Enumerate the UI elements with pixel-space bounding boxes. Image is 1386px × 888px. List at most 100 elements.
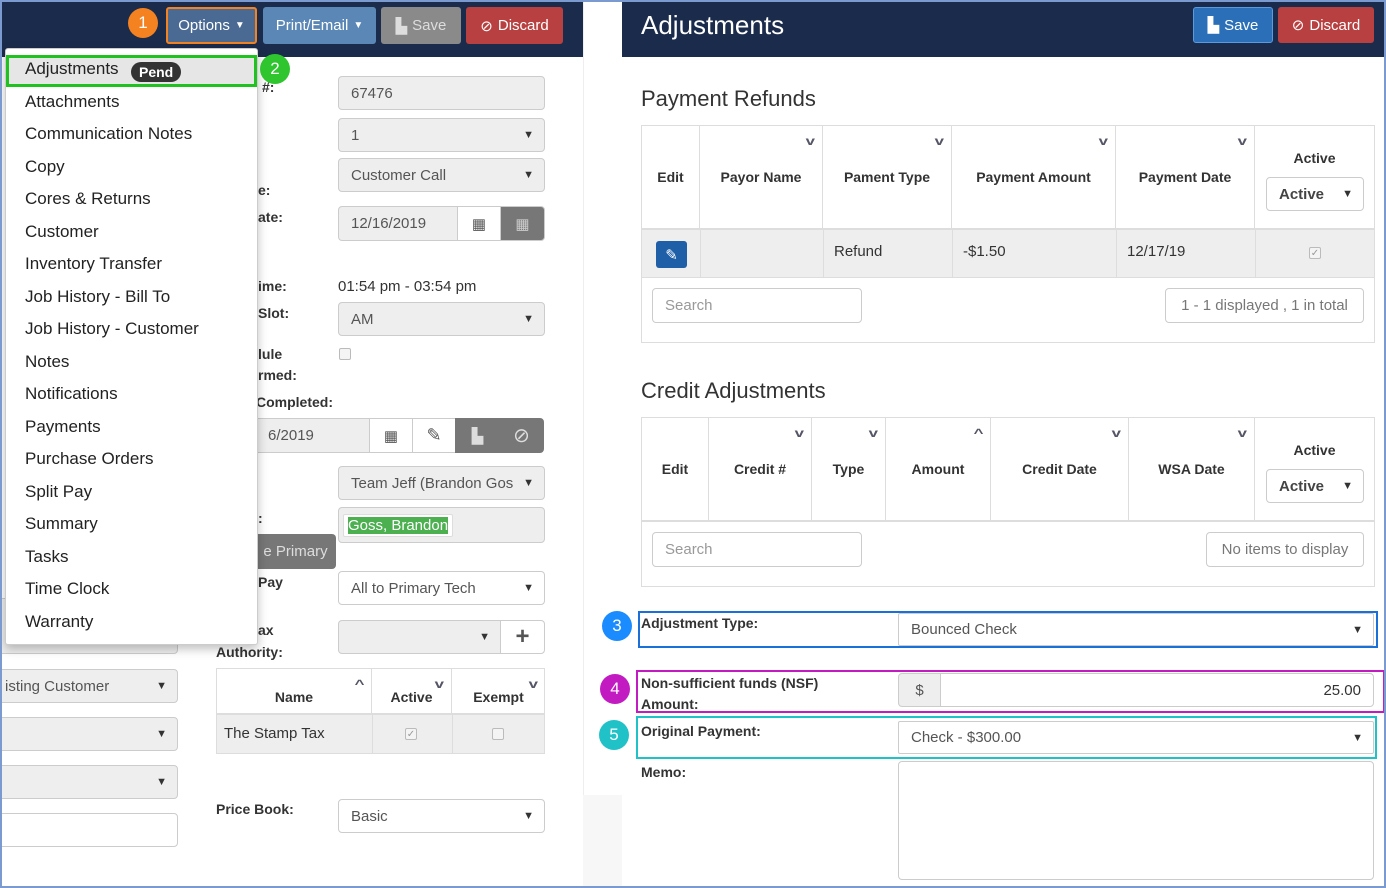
label-type: e: <box>258 182 271 198</box>
save-button[interactable]: ▙ Save <box>381 7 461 44</box>
menu-item-job-history-customer[interactable]: Job History - Customer <box>25 319 199 339</box>
select-1[interactable]: 1 ▼ <box>338 118 545 152</box>
label-price-book: Price Book: <box>216 801 294 817</box>
menu-item-cores-returns[interactable]: Cores & Returns <box>25 189 151 209</box>
partial-input[interactable] <box>0 813 178 847</box>
callout-badge-5: 5 <box>599 720 629 750</box>
slot-select[interactable]: AM ▼ <box>338 302 545 336</box>
edit-pencil-icon[interactable]: ✎ <box>656 241 687 268</box>
menu-item-job-history-bill-to[interactable]: Job History - Bill To <box>25 287 170 307</box>
header-credit-date[interactable]: Credit Date v <box>991 418 1129 522</box>
header-label: Payment Date <box>1138 169 1232 185</box>
menu-item-purchase-orders[interactable]: Purchase Orders <box>25 449 154 469</box>
menu-item-notifications[interactable]: Notifications <box>25 384 118 404</box>
adjustment-type-select[interactable]: Bounced Check ▼ <box>898 613 1374 646</box>
tax-authority-select[interactable]: ▼ <box>338 620 501 654</box>
caret-down-icon: ▼ <box>234 20 245 31</box>
add-tax-authority-button[interactable]: + <box>500 620 545 654</box>
calendar-icon[interactable]: ▦ <box>457 206 501 241</box>
techs-tag-field[interactable]: Goss, Brandon <box>338 507 545 543</box>
header-payor-name[interactable]: Payor Name v <box>700 126 823 230</box>
completed-date-field[interactable]: 6/2019 <box>255 418 370 453</box>
partial-select-2[interactable]: ▼ <box>0 717 178 751</box>
original-payment-select[interactable]: Check - $300.00 ▼ <box>898 721 1374 754</box>
date-field[interactable]: 12/16/2019 <box>338 206 458 241</box>
search-input[interactable]: Search <box>652 288 862 323</box>
adjustments-save-button[interactable]: ▙ Save <box>1193 7 1273 43</box>
menu-item-customer[interactable]: Customer <box>25 222 99 242</box>
edit-icon[interactable]: ✎ <box>412 418 456 453</box>
nsf-amount-input[interactable]: 25.00 <box>940 673 1374 707</box>
discard-button[interactable]: ⊘ Discard <box>466 7 563 44</box>
number-field[interactable]: 67476 <box>338 76 545 110</box>
tax-active-checkbox[interactable]: ✓ <box>405 728 417 740</box>
active-checkbox[interactable]: ✓ <box>1309 247 1321 259</box>
header-label: Edit <box>657 169 684 185</box>
menu-item-attachments[interactable]: Attachments <box>25 92 120 112</box>
payment-refunds-title: Payment Refunds <box>641 86 816 111</box>
tax-header-active[interactable]: Active v <box>372 669 452 715</box>
payment-amount: -$1.50 <box>963 243 1006 260</box>
caret-down-icon: ▼ <box>156 680 167 692</box>
menu-item-communication-notes[interactable]: Communication Notes <box>25 124 192 144</box>
header-payment-amount[interactable]: Payment Amount v <box>952 126 1116 230</box>
header-edit[interactable]: Edit <box>642 126 700 230</box>
tax-header-name[interactable]: Name ^ <box>217 669 372 715</box>
calendar-picker-icon[interactable]: ▦ <box>500 206 545 241</box>
tax-table: Name ^ Active v Exempt v The Stamp Tax ✓ <box>216 668 545 754</box>
number-value: 67476 <box>351 84 393 102</box>
menu-item-adjustments[interactable]: Adjustments <box>25 59 119 79</box>
split-pay-value: All to Primary Tech <box>351 579 476 597</box>
sort-down-icon: v <box>794 426 805 440</box>
ban-icon[interactable]: ⊘ <box>499 418 544 453</box>
memo-textarea[interactable] <box>898 761 1374 880</box>
source-select[interactable]: Customer Call ▼ <box>338 158 545 192</box>
calendar-icon[interactable]: ▦ <box>369 418 413 453</box>
menu-item-payments[interactable]: Payments <box>25 417 101 437</box>
print-email-button[interactable]: Print/Email ▼ <box>263 7 376 44</box>
active-filter-select[interactable]: Active ▼ <box>1266 469 1364 503</box>
header-amount[interactable]: Amount ^ <box>886 418 991 522</box>
team-select[interactable]: Team Jeff (Brandon Gos ▼ <box>338 466 545 500</box>
menu-item-tasks[interactable]: Tasks <box>25 547 68 567</box>
ban-icon: ⊘ <box>480 17 493 35</box>
label-time: ime: <box>258 278 287 294</box>
header-type[interactable]: Type v <box>812 418 886 522</box>
header-wsa-date[interactable]: WSA Date v <box>1129 418 1255 522</box>
tax-header-exempt[interactable]: Exempt v <box>452 669 545 715</box>
header-credit-[interactable]: Credit # v <box>709 418 812 522</box>
tax-exempt-checkbox[interactable] <box>492 728 504 740</box>
header-edit[interactable]: Edit <box>642 418 709 522</box>
search-input[interactable]: Search <box>652 532 862 567</box>
column-divider <box>823 230 824 278</box>
make-primary-button[interactable]: e Primary <box>255 534 336 569</box>
menu-item-copy[interactable]: Copy <box>25 157 65 177</box>
partial-select-3[interactable]: ▼ <box>0 765 178 799</box>
split-pay-select[interactable]: All to Primary Tech ▼ <box>338 571 545 605</box>
menu-item-inventory-transfer[interactable]: Inventory Transfer <box>25 254 162 274</box>
caret-down-icon: ▼ <box>353 20 364 31</box>
header-label: Credit Date <box>1022 461 1097 477</box>
options-label: Options <box>178 17 230 34</box>
floppy-icon[interactable]: ▙ <box>455 418 500 453</box>
callout-badge-1: 1 <box>128 8 158 38</box>
caret-down-icon: ▼ <box>523 313 534 325</box>
active-filter-select[interactable]: Active ▼ <box>1266 177 1364 211</box>
schedule-confirmed-checkbox[interactable] <box>339 348 351 360</box>
label-completed: Completed: <box>256 394 333 410</box>
caret-down-icon: ▼ <box>156 728 167 740</box>
menu-item-notes[interactable]: Notes <box>25 352 69 372</box>
menu-item-summary[interactable]: Summary <box>25 514 98 534</box>
menu-item-warranty[interactable]: Warranty <box>25 612 93 632</box>
menu-item-split-pay[interactable]: Split Pay <box>25 482 92 502</box>
sort-up-icon: ^ <box>973 426 984 440</box>
customer-type-select[interactable]: isting Customer ▼ <box>0 669 178 703</box>
header-pament-type[interactable]: Pament Type v <box>823 126 952 230</box>
tech-tag[interactable]: Goss, Brandon <box>343 513 454 537</box>
payment-type: Refund <box>834 243 883 260</box>
price-book-select[interactable]: Basic ▼ <box>338 799 545 833</box>
adjustments-discard-button[interactable]: ⊘ Discard <box>1278 7 1374 43</box>
header-payment-date[interactable]: Payment Date v <box>1116 126 1255 230</box>
menu-item-time-clock[interactable]: Time Clock <box>25 579 109 599</box>
options-button[interactable]: Options ▼ <box>166 7 257 44</box>
